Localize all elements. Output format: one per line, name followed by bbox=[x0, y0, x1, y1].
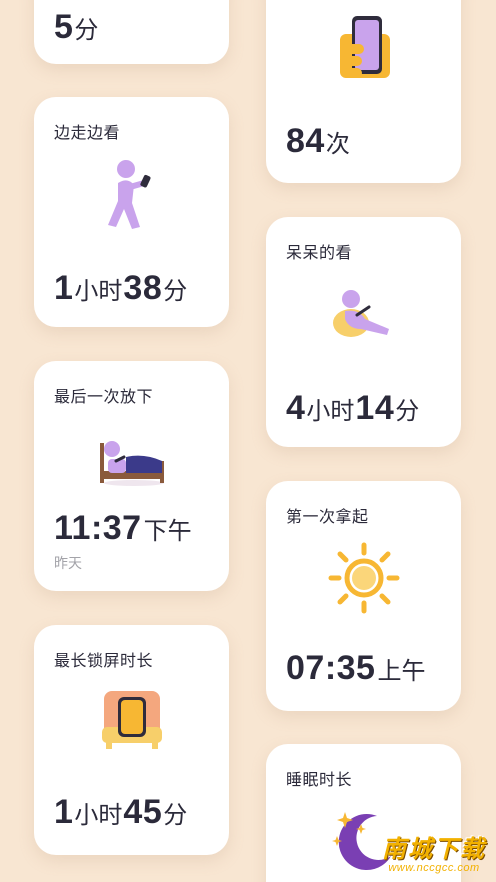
first-pickup-card[interactable]: 第一次拿起 07:35 上午 bbox=[266, 481, 461, 711]
value-unit: 分 bbox=[395, 398, 420, 425]
screen-time-value: 5 分 bbox=[54, 8, 99, 47]
value-number: 38 bbox=[123, 269, 163, 307]
reclining-person-icon bbox=[266, 285, 461, 341]
value-unit: 分 bbox=[163, 278, 188, 305]
value-number: 07:35 bbox=[286, 649, 376, 687]
sun-icon bbox=[266, 541, 461, 615]
longest-lock-value: 1 小时 45 分 bbox=[54, 793, 188, 832]
value-number: 84 bbox=[286, 122, 325, 160]
card-title: 边走边看 bbox=[54, 125, 121, 142]
value-unit: 分 bbox=[74, 17, 99, 44]
bed-icon bbox=[34, 435, 229, 487]
walking-person-icon bbox=[34, 157, 229, 233]
screen-time-card[interactable]: 5 分 bbox=[34, 0, 229, 64]
value-number: 1 bbox=[54, 269, 74, 307]
sleep-card[interactable]: 睡眠时长 bbox=[266, 744, 461, 882]
card-title: 呆呆的看 bbox=[286, 245, 353, 262]
value-unit: 上午 bbox=[377, 658, 426, 685]
walking-value: 1 小时 38 分 bbox=[54, 269, 188, 308]
value-unit: 次 bbox=[325, 131, 350, 158]
value-unit: 下午 bbox=[143, 518, 192, 545]
value-number: 1 bbox=[54, 793, 74, 831]
pickups-card[interactable]: 84 次 bbox=[266, 0, 461, 183]
longest-lock-card[interactable]: 最长锁屏时长 1 小时 45 分 bbox=[34, 625, 229, 855]
phone-on-sofa-icon bbox=[34, 689, 229, 753]
value-unit: 小时 bbox=[306, 398, 355, 425]
hand-holding-phone-icon bbox=[266, 12, 461, 84]
idle-card[interactable]: 呆呆的看 4 小时 14 分 bbox=[266, 217, 461, 447]
moon-stars-icon bbox=[266, 806, 461, 876]
last-putdown-card[interactable]: 最后一次放下 11:37 下午 昨天 bbox=[34, 361, 229, 591]
first-pickup-time: 07:35 上午 bbox=[286, 649, 426, 688]
card-title: 最长锁屏时长 bbox=[54, 653, 154, 670]
last-putdown-time: 11:37 下午 bbox=[54, 509, 193, 548]
value-unit: 小时 bbox=[74, 802, 123, 829]
value-unit: 小时 bbox=[74, 278, 123, 305]
card-title: 最后一次放下 bbox=[54, 389, 154, 406]
value-number: 45 bbox=[123, 793, 163, 831]
card-title: 第一次拿起 bbox=[286, 509, 369, 526]
value-number: 11:37 bbox=[54, 509, 142, 547]
last-putdown-day: 昨天 bbox=[54, 555, 82, 571]
value-unit: 分 bbox=[163, 802, 188, 829]
value-number: 5 bbox=[54, 8, 74, 46]
pickups-value: 84 次 bbox=[286, 122, 351, 161]
card-title: 睡眠时长 bbox=[286, 772, 353, 789]
idle-value: 4 小时 14 分 bbox=[286, 389, 420, 428]
value-number: 4 bbox=[286, 389, 306, 427]
walking-card[interactable]: 边走边看 1 小时 38 分 bbox=[34, 97, 229, 327]
value-number: 14 bbox=[355, 389, 395, 427]
